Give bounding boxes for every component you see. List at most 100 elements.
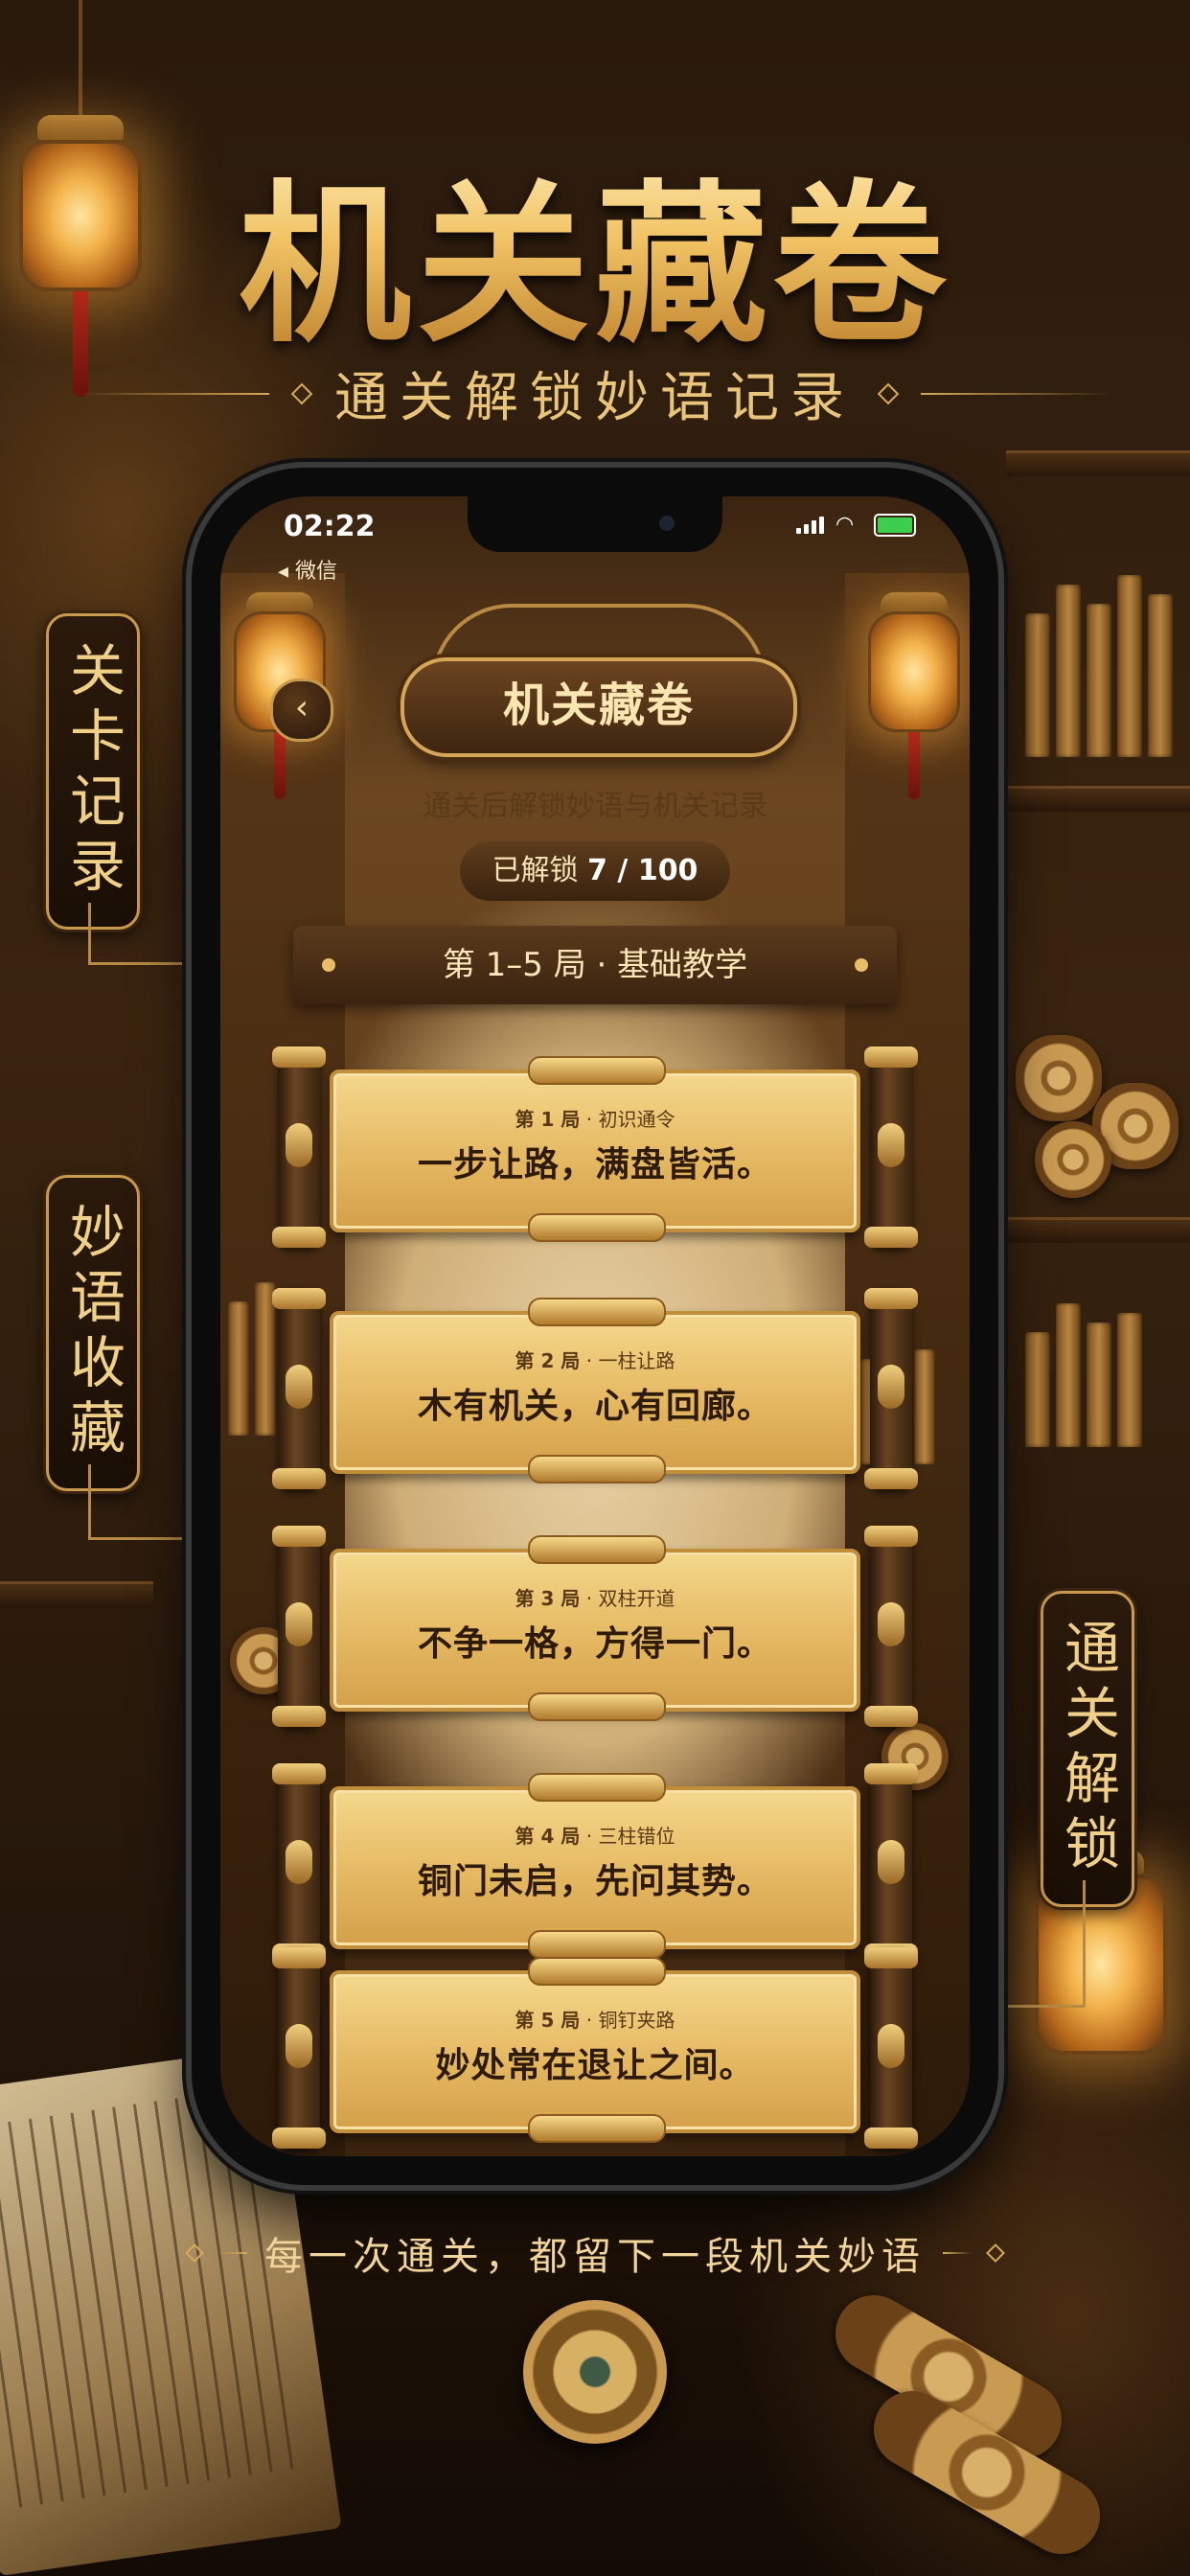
level-label: 第 2 局 · 一柱让路: [330, 1346, 860, 1373]
signal-icon: [796, 517, 824, 534]
level-card[interactable]: 第 5 局 · 铜钉夹路 妙处常在退让之间。: [272, 1947, 918, 2149]
level-card[interactable]: 第 2 局 · 一柱让路 木有机关，心有回廊。: [272, 1288, 918, 1489]
chevron-left-icon: ‹: [294, 688, 309, 727]
section-header[interactable]: 第 1–5 局 · 基础教学: [293, 926, 897, 1004]
ornament-top: [528, 1056, 666, 1085]
phone-screen: 02:22 ◠ ◂ 微信 ‹ 机关藏卷 通关后解锁妙语与机关记录 已解锁 7 /…: [220, 496, 970, 2156]
ornament-bottom: [528, 1692, 666, 1721]
scroll-roll-3: [1035, 1121, 1111, 1198]
scroll-rod-right: [864, 1288, 918, 1489]
side-tag-text: 关卡记录: [60, 641, 126, 902]
level-name: · 一柱让路: [585, 1349, 675, 1372]
scroll-roll-1: [1016, 1035, 1102, 1121]
bronze-coin-decoration: [523, 2300, 667, 2444]
level-quote: 铜门未启，先问其势。: [417, 1862, 772, 1901]
level-name: · 三柱错位: [585, 1825, 675, 1848]
scroll-rod-right: [864, 1763, 918, 1965]
page-description: 通关后解锁妙语与机关记录: [423, 790, 767, 823]
section-title: 第 1–5 局 · 基础教学: [442, 946, 748, 984]
level-label: 第 4 局 · 三柱错位: [330, 1821, 860, 1849]
ornament-top: [528, 1535, 666, 1564]
scroll-rod-left: [272, 1288, 326, 1489]
unlock-count: 7 / 100: [587, 854, 698, 887]
back-to-app-link[interactable]: ◂ 微信: [278, 554, 337, 585]
level-quote: 一步让路，满盘皆活。: [417, 1145, 772, 1184]
level-name: · 双柱开道: [585, 1587, 675, 1610]
ornament-top: [528, 1957, 666, 1986]
level-name: · 初识通令: [585, 1108, 675, 1131]
level-name: · 铜钉夹路: [585, 2009, 675, 2032]
books-right-low: [1025, 1303, 1142, 1447]
diamond-ornament-left: [185, 2243, 204, 2263]
connector-line-1: [88, 903, 91, 962]
level-quote: 妙处常在退让之间。: [435, 2046, 755, 2085]
connector-line-2: [88, 1464, 91, 1539]
connector-line-3b: [996, 2005, 1085, 2008]
bookshelf-left-low: [0, 1581, 153, 1607]
diamond-ornament-right: [986, 2243, 1005, 2263]
phone-mockup: 02:22 ◠ ◂ 微信 ‹ 机关藏卷 通关后解锁妙语与机关记录 已解锁 7 /…: [192, 468, 998, 2185]
ornament-top: [528, 1773, 666, 1802]
side-tag-text: 通关解锁: [1055, 1619, 1120, 1879]
battery-icon: [874, 514, 916, 537]
level-number: 第 4 局: [515, 1825, 581, 1848]
camera-dot: [659, 516, 675, 531]
level-label: 第 3 局 · 双柱开道: [330, 1583, 860, 1611]
status-time: 02:22: [284, 510, 376, 543]
connector-line-2b: [88, 1537, 194, 1540]
scroll-rod-right: [864, 1947, 918, 2149]
ornament-bottom: [528, 1213, 666, 1242]
level-card[interactable]: 第 1 局 · 初识通令 一步让路，满盘皆活。: [272, 1046, 918, 1248]
wifi-icon: ◠: [835, 513, 855, 537]
ornament-bottom: [528, 1455, 666, 1484]
bookshelf-right-low: [1006, 1217, 1190, 1243]
side-tag-level-records: 关卡记录: [46, 613, 140, 930]
page-title: 机关藏卷: [400, 657, 797, 757]
bookshelf-right-top: [1006, 450, 1190, 476]
unlock-progress-badge: 已解锁 7 / 100: [460, 841, 730, 901]
poster-subtitle-row: 通关解锁妙语记录: [0, 355, 1190, 432]
diamond-ornament-left: [290, 382, 313, 404]
connector-line-3: [1083, 1880, 1086, 2007]
bead-ornament-right: [855, 958, 868, 972]
subtitle-rule-right: [921, 392, 1112, 395]
ornament-top: [528, 1298, 666, 1326]
level-number: 第 2 局: [515, 1349, 581, 1372]
level-number: 第 3 局: [515, 1587, 581, 1610]
unlock-label: 已解锁: [492, 854, 579, 887]
level-label: 第 1 局 · 初识通令: [330, 1104, 860, 1132]
poster-footer-text: 每一次通关，都留下一段机关妙语: [264, 2235, 926, 2279]
level-number: 第 1 局: [515, 1108, 581, 1131]
poster-footer: 每一次通关，都留下一段机关妙语: [0, 2225, 1190, 2281]
level-number: 第 5 局: [515, 2009, 581, 2032]
bead-ornament-left: [322, 958, 335, 972]
subtitle-rule-left: [78, 392, 269, 395]
books-right-top: [1025, 575, 1173, 757]
phone-notch: [468, 496, 722, 552]
side-tag-clear-unlock: 通关解锁: [1041, 1591, 1134, 1907]
level-label: 第 5 局 · 铜钉夹路: [330, 2005, 860, 2033]
footer-rule-left: [218, 2252, 247, 2254]
footer-rule-right: [943, 2252, 972, 2254]
ornament-bottom: [528, 2114, 666, 2143]
side-tag-quote-collection: 妙语收藏: [46, 1175, 140, 1491]
level-quote: 不争一格，方得一门。: [417, 1624, 772, 1664]
scroll-rod-right: [864, 1526, 918, 1727]
scroll-rod-left: [272, 1947, 326, 2149]
back-button[interactable]: ‹: [270, 678, 333, 742]
connector-line-1b: [88, 962, 194, 965]
scroll-rod-left: [272, 1526, 326, 1727]
scroll-rod-left: [272, 1763, 326, 1965]
poster-background: 机关藏卷 通关解锁妙语记录 关卡记录 妙语收藏 通关解锁 02:22 ◠ ◂ 微…: [0, 0, 1190, 2576]
side-tag-text: 妙语收藏: [60, 1203, 126, 1463]
level-card[interactable]: 第 4 局 · 三柱错位 铜门未启，先问其势。: [272, 1763, 918, 1965]
level-quote: 木有机关，心有回廊。: [417, 1387, 772, 1426]
scroll-rod-left: [272, 1046, 326, 1248]
status-icons: ◠: [796, 514, 916, 537]
ornament-bottom: [528, 1930, 666, 1959]
diamond-ornament-right: [877, 382, 900, 404]
poster-subtitle: 通关解锁妙语记录: [334, 367, 856, 429]
inner-lantern-right: [868, 592, 960, 799]
level-card[interactable]: 第 3 局 · 双柱开道 不争一格，方得一门。: [272, 1526, 918, 1727]
scroll-rod-right: [864, 1046, 918, 1248]
